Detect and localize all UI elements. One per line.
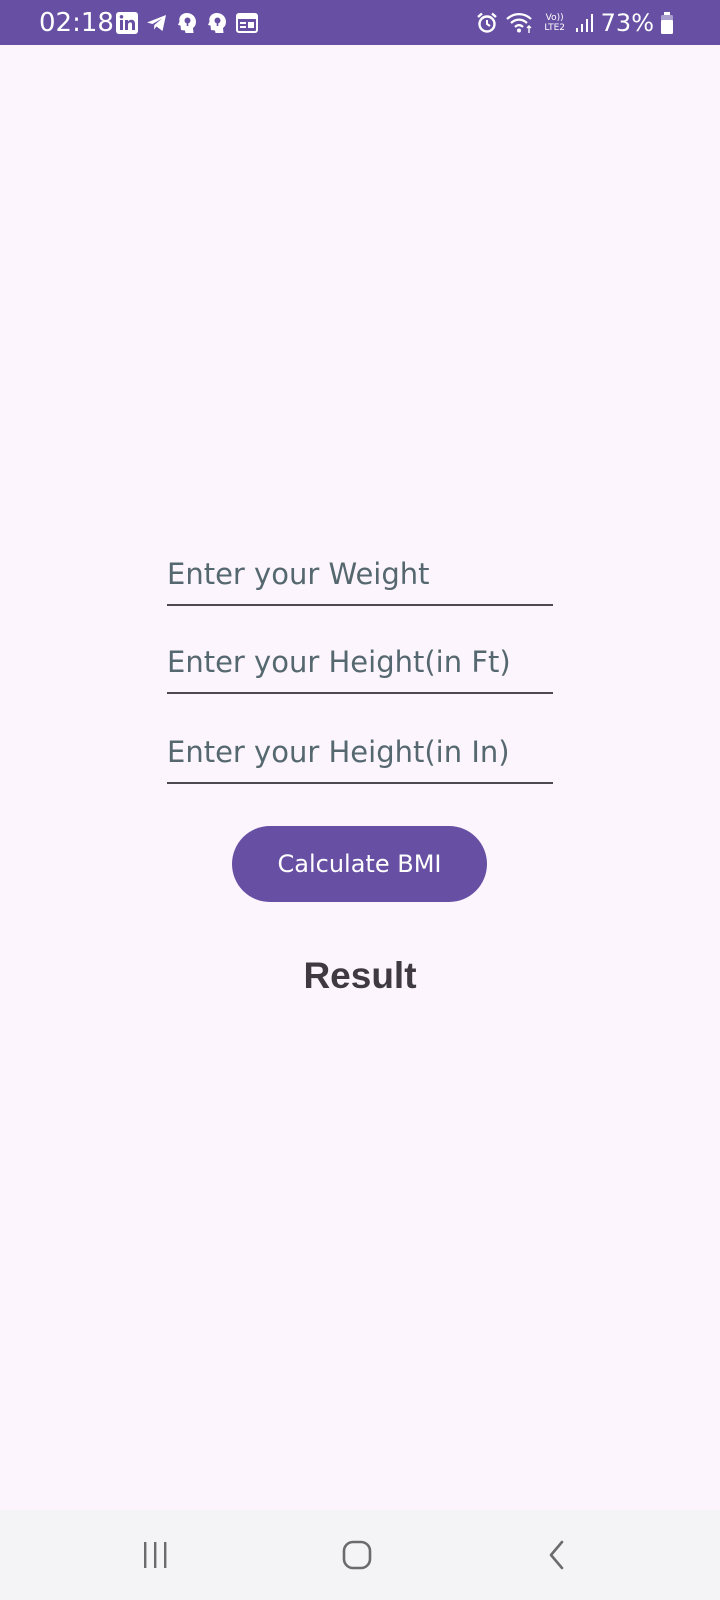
app-head-icon bbox=[205, 11, 229, 35]
back-button[interactable] bbox=[527, 1532, 587, 1578]
home-button[interactable] bbox=[327, 1532, 387, 1578]
linkedin-icon bbox=[115, 11, 139, 35]
height-in-field bbox=[167, 724, 553, 784]
height-ft-input[interactable] bbox=[167, 634, 553, 690]
status-bar: 02:18 Vo)) LTE2 73% bbox=[0, 0, 720, 45]
system-status-icons: Vo)) LTE2 73% bbox=[475, 8, 674, 38]
battery-percent: 73% bbox=[600, 9, 654, 37]
height-in-input[interactable] bbox=[167, 724, 553, 780]
recents-icon bbox=[144, 1542, 167, 1568]
notification-icons bbox=[115, 11, 259, 35]
signal-icon bbox=[575, 11, 595, 35]
back-icon bbox=[549, 1540, 564, 1570]
home-icon bbox=[342, 1540, 372, 1570]
battery-icon bbox=[660, 11, 674, 35]
calculate-bmi-button[interactable]: Calculate BMI bbox=[232, 826, 487, 902]
calendar-icon bbox=[235, 11, 259, 35]
recents-button[interactable] bbox=[125, 1532, 185, 1578]
weight-input[interactable] bbox=[167, 546, 553, 602]
app-head-icon bbox=[175, 11, 199, 35]
telegram-icon bbox=[145, 11, 169, 35]
height-ft-field bbox=[167, 634, 553, 694]
status-time: 02:18 bbox=[39, 8, 114, 38]
wifi-icon bbox=[505, 11, 535, 35]
weight-field bbox=[167, 546, 553, 606]
navigation-bar bbox=[0, 1510, 720, 1600]
alarm-icon bbox=[475, 11, 499, 35]
result-label: Result bbox=[303, 955, 417, 996]
network-type-label: Vo)) LTE2 bbox=[544, 13, 565, 33]
